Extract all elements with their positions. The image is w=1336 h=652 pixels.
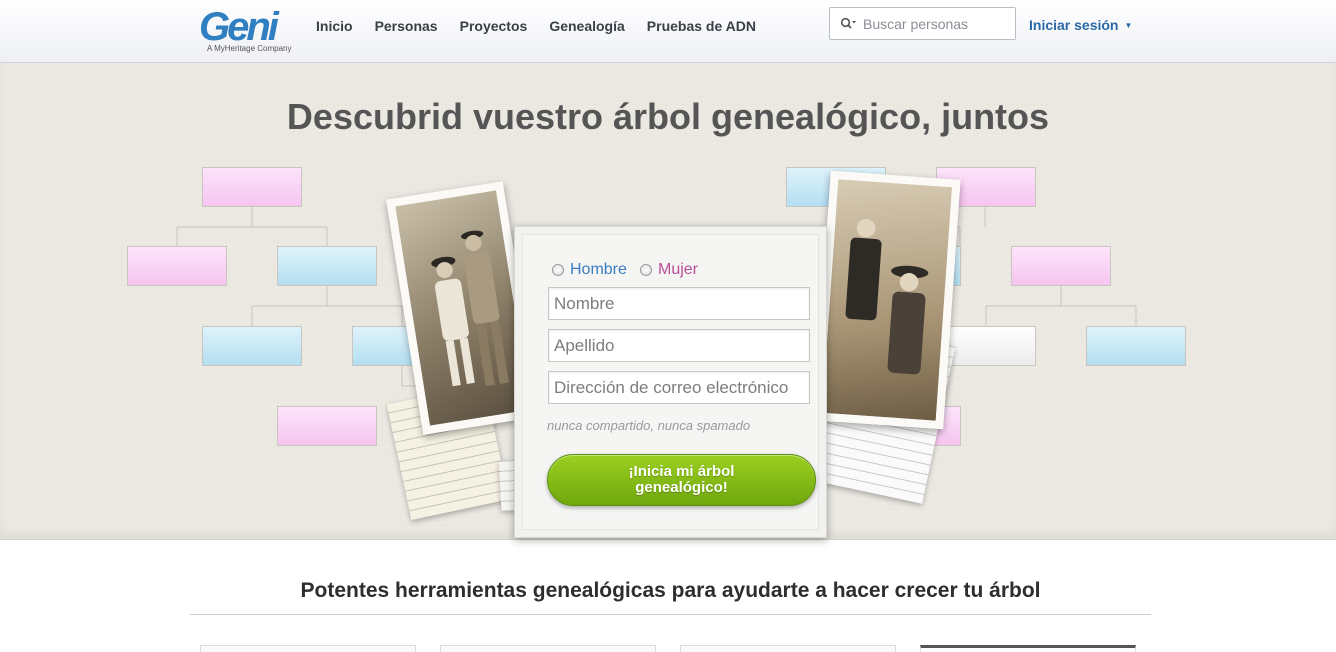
tree-box-male — [277, 246, 377, 286]
privacy-note: nunca compartido, nunca spamado — [547, 418, 751, 433]
chevron-down-icon: ▼ — [1124, 21, 1133, 30]
last-name-input[interactable] — [549, 330, 809, 361]
gender-male-radio[interactable] — [552, 264, 564, 276]
features-title: Potentes herramientas genealógicas para … — [300, 579, 1041, 602]
hero-section: Descubrid vuestro árbol genealógico, jun… — [0, 63, 1336, 540]
tree-box-female — [202, 167, 302, 207]
nav-pruebas-adn[interactable]: Pruebas de ADN — [647, 18, 756, 34]
vintage-photo-figures — [845, 219, 929, 375]
gender-female-option[interactable]: Mujer — [640, 261, 698, 279]
feature-card[interactable] — [440, 645, 656, 652]
vintage-photo-couple — [813, 170, 961, 430]
nav-proyectos[interactable]: Proyectos — [460, 18, 528, 34]
first-name-field — [548, 287, 810, 320]
nav-personas[interactable]: Personas — [375, 18, 438, 34]
feature-card[interactable] — [920, 645, 1136, 652]
email-field — [548, 371, 810, 404]
tree-box-male — [202, 326, 302, 366]
search-box — [829, 7, 1016, 40]
first-name-input[interactable] — [549, 288, 809, 319]
feature-card[interactable] — [200, 645, 416, 652]
search-input[interactable] — [863, 13, 1011, 35]
divider — [190, 614, 1151, 615]
tree-box-female — [127, 246, 227, 286]
signup-form: Hombre Mujer nunca compartido, nunca spa… — [522, 234, 819, 530]
top-header: Geni A MyHeritage Company Inicio Persona… — [0, 0, 1336, 63]
start-tree-button[interactable]: ¡Inicia mi árbol genealógico! — [547, 454, 816, 506]
tree-box-female — [1011, 246, 1111, 286]
feature-card[interactable] — [680, 645, 896, 652]
last-name-field — [548, 329, 810, 362]
start-tree-button-label: ¡Inicia mi árbol genealógico! — [628, 463, 735, 496]
tree-box-female — [277, 406, 377, 446]
gender-female-radio[interactable] — [640, 264, 652, 276]
login-menu[interactable]: Iniciar sesión ▼ — [1029, 17, 1132, 33]
gender-male-label: Hombre — [570, 261, 627, 278]
tree-box-male — [1086, 326, 1186, 366]
geni-logo[interactable]: Geni A MyHeritage Company — [199, 5, 297, 55]
nav-genealogia[interactable]: Genealogía — [549, 18, 624, 34]
gender-male-option[interactable]: Hombre — [552, 261, 627, 279]
nav-inicio[interactable]: Inicio — [316, 18, 353, 34]
logo-tagline: A MyHeritage Company — [207, 44, 292, 53]
login-label: Iniciar sesión — [1029, 17, 1119, 33]
gender-female-label: Mujer — [658, 261, 699, 278]
signup-form-card: Hombre Mujer nunca compartido, nunca spa… — [514, 226, 827, 538]
search-icon[interactable] — [840, 17, 856, 31]
email-input[interactable] — [549, 372, 809, 403]
main-nav: Inicio Personas Proyectos Genealogía Pru… — [316, 18, 778, 34]
